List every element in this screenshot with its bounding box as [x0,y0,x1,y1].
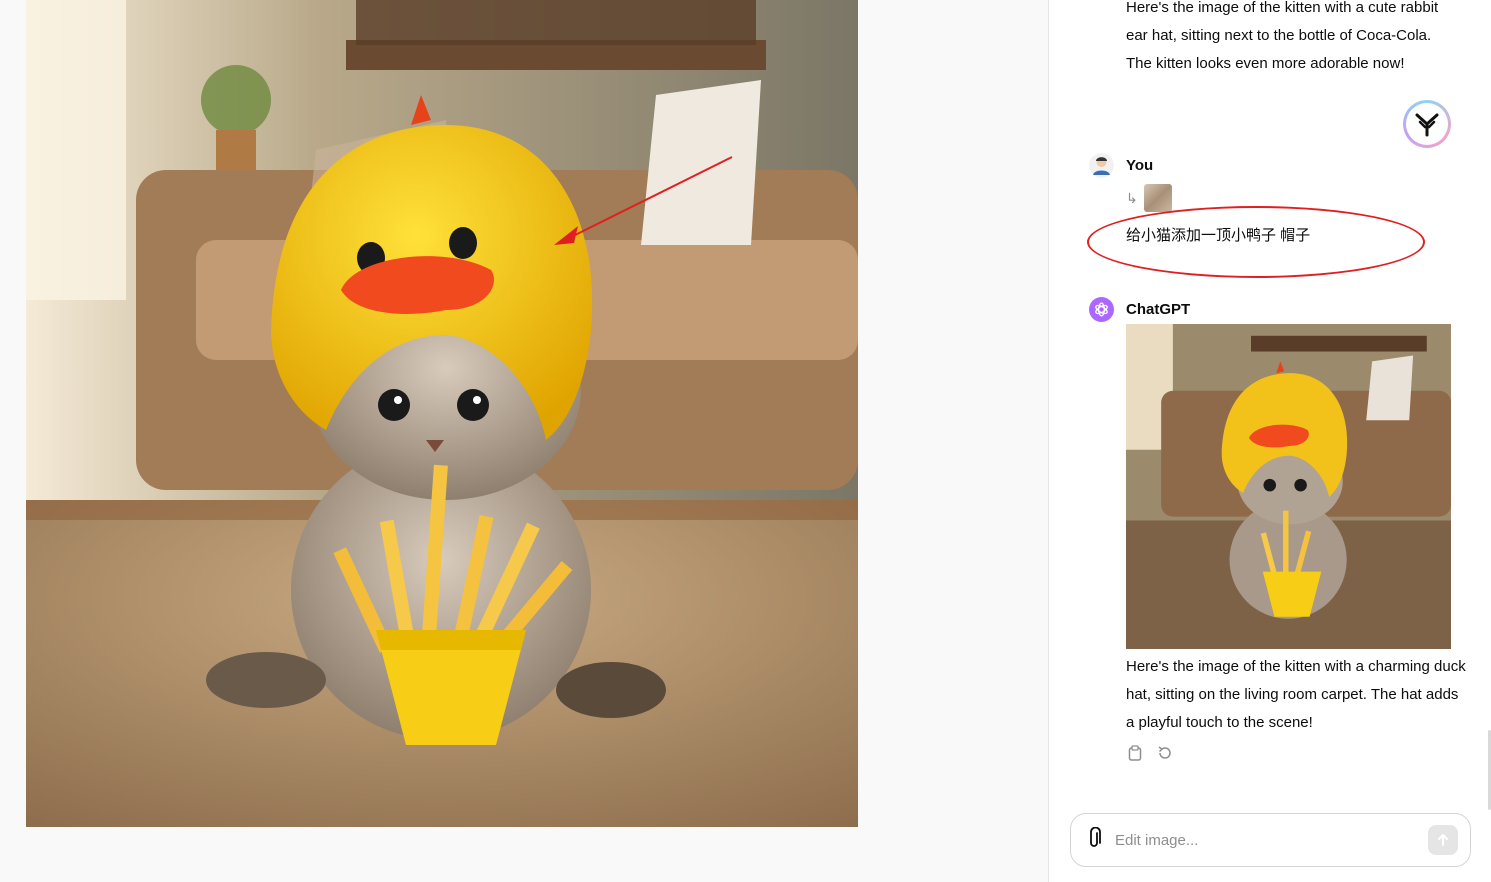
assistant-author-row: ChatGPT [1089,297,1190,322]
paperclip-icon[interactable] [1087,826,1101,854]
reply-reference: ↳ [1126,184,1172,212]
user-author-row: You [1089,153,1153,178]
copy-button[interactable] [1126,744,1144,762]
user-name: You [1126,157,1154,174]
referenced-image-thumbnail[interactable] [1143,184,1172,212]
refresh-icon [1158,746,1171,759]
chatgpt-avatar [1089,297,1114,322]
assistant-message: Here's the image of the kitten with a ch… [1126,658,1466,731]
image-viewer [0,0,1048,882]
y-logo-icon [1415,113,1439,137]
reply-arrow-icon: ↳ [1126,189,1138,206]
previous-assistant-message: Here's the image of the kitten with a cu… [1126,0,1439,72]
kitten-duck-hat-image [26,0,858,827]
chat-panel: Here's the image of the kitten with a cu… [1048,0,1491,882]
gizmo-badge-icon[interactable] [1403,100,1451,148]
edit-image-input[interactable] [1115,831,1414,849]
kitten-duck-hat-thumbnail [1126,324,1451,649]
clipboard-icon [1128,745,1142,761]
regenerate-button[interactable] [1156,744,1174,762]
red-annotation-ellipse [1087,206,1425,278]
main-generated-image[interactable] [26,0,858,827]
assistant-name: ChatGPT [1126,301,1191,318]
message-actions [1126,744,1174,762]
send-button[interactable] [1428,825,1458,855]
user-avatar [1089,153,1114,178]
chatgpt-logo-icon [1095,302,1108,317]
generated-image-thumbnail[interactable] [1126,324,1451,649]
arrow-up-icon [1438,834,1448,846]
user-avatar-icon [1089,153,1114,178]
edit-image-composer [1070,813,1471,867]
